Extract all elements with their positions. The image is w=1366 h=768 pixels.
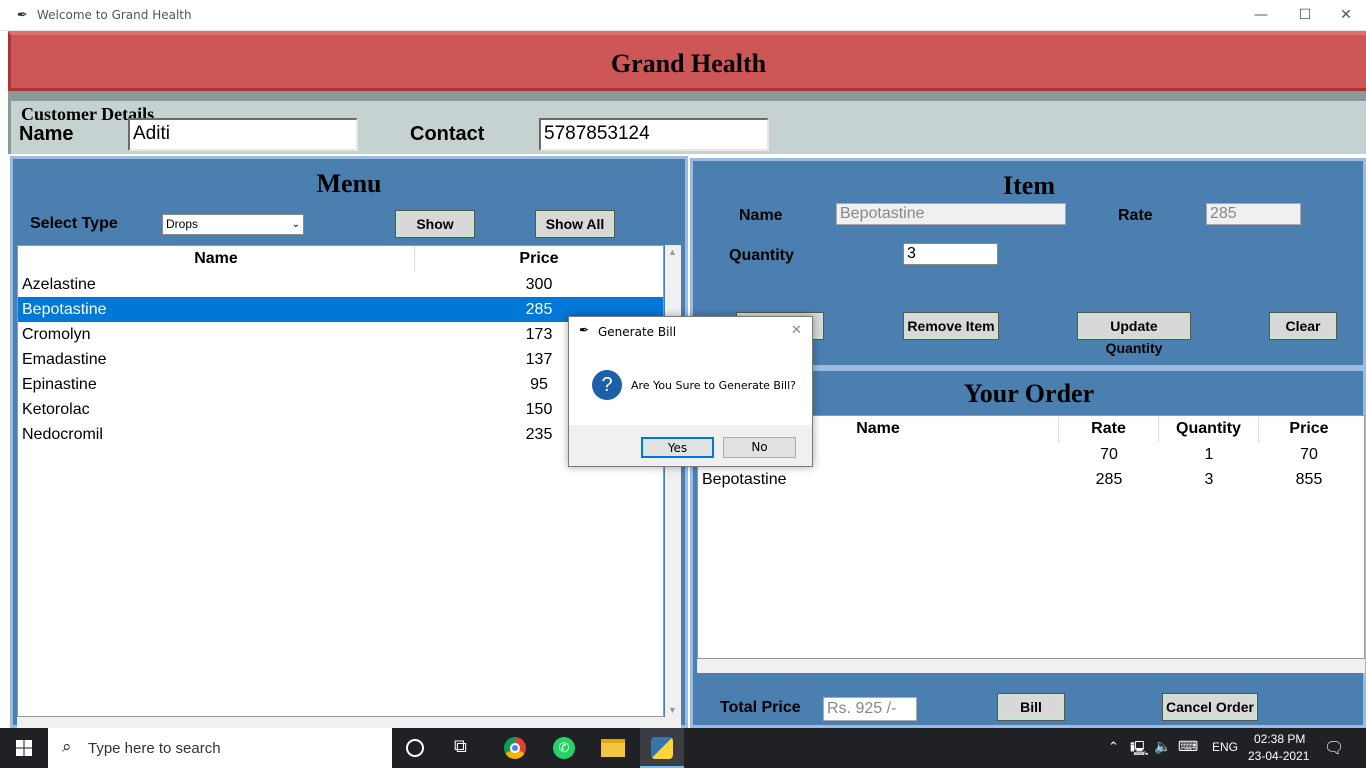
update-quantity-button[interactable]: Update Quantity [1077,312,1191,356]
order-col-rate: Rate [1059,416,1159,442]
order-row-price: 855 [1295,471,1323,488]
network-icon[interactable]: 🖳 [1130,738,1149,762]
table-row[interactable]: Bepotastine 285 [18,297,663,322]
table-row[interactable]: Bepotastine 285 3 855 [698,467,1364,492]
cancel-order-button[interactable]: Cancel Order [1162,693,1258,721]
language-indicator[interactable]: ENG [1212,740,1238,754]
taskbar: ⌕ Type here to search ⧉ ✆ ⌃ 🖳 🔈 ⌨ ENG 02… [0,728,1366,768]
feather-app-icon: ✒ [579,323,590,337]
file-explorer-icon[interactable] [601,739,625,757]
item-rate-input[interactable]: 285 [1206,203,1301,225]
table-row[interactable]: Cromolyn 173 [18,322,663,347]
menu-title: Menu [316,169,382,198]
menu-row-name: Cromolyn [22,326,91,343]
quantity-label: Quantity [729,247,794,264]
python-app-taskbar-item[interactable] [640,728,684,768]
menu-row-name: Epinastine [22,376,97,393]
search-placeholder: Type here to search [88,740,221,757]
total-price-label: Total Price [720,699,801,716]
menu-row-price: 300 [525,276,553,293]
keyboard-icon[interactable]: ⌨ [1178,738,1198,755]
python-icon [651,737,673,759]
order-col-price: Price [1289,420,1329,437]
bill-button[interactable]: Bill [997,693,1065,721]
app-title: Grand Health [610,49,767,78]
item-name-input[interactable]: Bepotastine [836,203,1066,225]
table-row[interactable]: Emadastine 137 [18,347,663,372]
menu-hscrollbar[interactable] [17,717,681,728]
menu-row-name: Emadastine [22,351,107,368]
menu-row-name: Ketorolac [22,401,90,418]
contact-label: Contact [410,123,485,145]
order-row-qty: 1 [1204,446,1214,463]
clock-date[interactable]: 23-04-2021 [1248,749,1309,763]
show-all-button[interactable]: Show All [535,210,615,238]
contact-input[interactable]: 5787853124 [539,118,769,151]
order-row-qty: 3 [1204,471,1214,488]
menu-col-name: Name [18,246,415,272]
question-icon: ? [592,370,622,400]
order-row-price: 70 [1300,446,1318,463]
table-row[interactable]: Azelastine 300 [18,272,663,297]
menu-row-name: Nedocromil [22,426,103,443]
quantity-input[interactable]: 3 [903,243,998,265]
item-rate-label: Rate [1118,207,1153,224]
select-type-label: Select Type [30,215,118,232]
scroll-down-icon[interactable]: ▼ [668,705,677,715]
window-title: Welcome to Grand Health [37,8,192,22]
volume-icon[interactable]: 🔈 [1154,738,1171,755]
dialog-message: Are You Sure to Generate Bill? [631,379,796,392]
chrome-icon[interactable] [504,737,526,759]
chevron-up-icon[interactable]: ⌃ [1108,739,1119,755]
table-row[interactable]: Epinastine 95 [18,372,663,397]
menu-list: Name Price Azelastine 300 Bepotastine 285 Cr… [17,245,664,717]
no-button[interactable]: No [723,437,796,458]
search-icon: ⌕ [62,737,72,756]
dialog-title: Generate Bill [598,325,677,339]
select-type-dropdown[interactable]: Drops ⌄ [162,214,304,235]
start-button[interactable] [0,728,48,768]
close-button[interactable]: ✕ [1326,0,1366,31]
customer-name-input[interactable]: Aditi [128,118,358,151]
customer-name-label: Name [19,123,74,145]
order-row-name: Bepotastine [702,471,787,488]
customer-details: Customer Details Name Aditi Contact 5787… [8,91,1366,154]
order-col-quantity: Quantity [1159,416,1259,442]
order-hscrollbar[interactable] [697,659,1365,673]
dialog-close-icon[interactable]: ✕ [791,322,802,338]
dialog-button-bar: Yes No [569,425,812,466]
notification-icon[interactable]: 🗨 [1324,738,1344,758]
order-row-rate: 285 [1095,471,1123,488]
menu-rows: Azelastine 300 Bepotastine 285 Cromolyn 173 Em… [18,272,663,447]
select-type-value: Drops [166,217,199,231]
maximize-button[interactable]: ☐ [1282,0,1328,31]
clear-button[interactable]: Clear [1269,312,1337,340]
windows-icon [16,740,32,756]
menu-row-name: Azelastine [22,276,96,293]
table-row[interactable]: Ketorolac 150 [18,397,663,422]
feather-app-icon: ✒ [17,7,28,22]
show-button[interactable]: Show [395,210,475,238]
chevron-down-icon: ⌄ [291,219,300,230]
order-row-rate: 70 [1100,446,1118,463]
window-titlebar: ✒ Welcome to Grand Health — ☐ ✕ [0,0,1366,31]
item-title: Item [1003,171,1055,200]
generate-bill-dialog: ✒ Generate Bill ✕ ? Are You Sure to Gene… [568,316,813,467]
menu-col-price: Price [519,250,559,267]
item-name-label: Name [739,207,783,224]
clock-time[interactable]: 02:38 PM [1254,732,1305,746]
yes-button[interactable]: Yes [641,437,714,458]
minimize-button[interactable]: — [1238,0,1284,31]
whatsapp-icon[interactable]: ✆ [553,737,575,759]
taskbar-search[interactable]: ⌕ Type here to search [48,728,392,768]
task-view-icon[interactable]: ⧉ [454,736,467,757]
scroll-up-icon[interactable]: ▲ [668,247,677,257]
app-header: Grand Health [8,31,1366,91]
remove-item-button[interactable]: Remove Item [903,312,999,340]
cortana-icon[interactable] [406,739,424,757]
total-price-input[interactable]: Rs. 925 /- [823,697,917,721]
table-row[interactable]: Nedocromil 235 [18,422,663,447]
menu-row-name: Bepotastine [22,301,107,318]
